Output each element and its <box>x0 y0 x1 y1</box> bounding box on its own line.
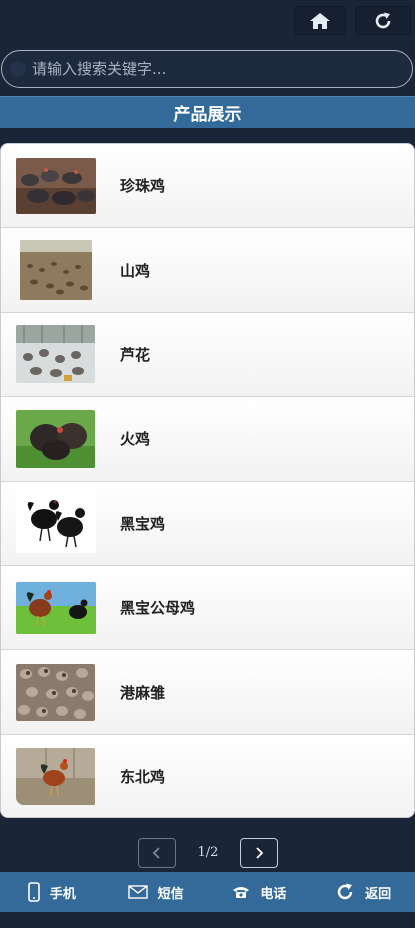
product-name: 东北鸡 <box>120 768 166 787</box>
list-item[interactable]: 东北鸡 <box>1 734 414 817</box>
product-name: 火鸡 <box>120 430 151 449</box>
nav-sms-button[interactable]: 短信 <box>104 872 208 912</box>
nav-phone-button[interactable]: 电话 <box>208 872 312 912</box>
list-item[interactable]: 港麻雏 <box>1 650 414 735</box>
list-item[interactable]: 黑宝公母鸡 <box>1 565 414 651</box>
barred-chicken-flock-photo <box>16 325 95 384</box>
list-item[interactable]: 火鸡 <box>1 397 414 482</box>
list-item[interactable]: 山鸡 <box>1 228 414 313</box>
black-chicken-photo <box>16 493 96 554</box>
search-icon <box>10 61 26 77</box>
nav-label: 手机 <box>49 886 76 902</box>
pagination: 1/2 <box>0 836 415 870</box>
search-box <box>1 50 413 88</box>
page-indicator: 1/2 <box>197 845 219 860</box>
chicks-photo <box>16 663 95 721</box>
envelope-icon <box>127 885 148 899</box>
chevron-right-icon <box>256 847 264 859</box>
refresh-button[interactable] <box>355 6 411 35</box>
prev-page-button[interactable] <box>138 838 176 868</box>
nav-back-button[interactable]: 返回 <box>311 872 415 912</box>
product-name: 港麻雏 <box>120 683 166 702</box>
rooster-on-ground-photo <box>16 748 95 806</box>
nav-label: 返回 <box>365 886 392 902</box>
product-name: 山鸡 <box>120 261 151 280</box>
nav-mobile-button[interactable]: 手机 <box>0 872 104 912</box>
refresh-icon <box>375 12 391 28</box>
product-name: 黑宝公母鸡 <box>120 599 196 618</box>
product-name: 芦花 <box>120 345 151 364</box>
nav-label: 短信 <box>157 886 184 902</box>
pheasant-farm-photo <box>20 240 92 301</box>
next-page-button[interactable] <box>240 838 278 868</box>
product-list: 珍珠鸡 山鸡 芦花 火鸡 黑宝鸡 黑宝公母鸡 港麻雏 东北鸡 <box>0 143 415 818</box>
list-item[interactable]: 珍珠鸡 <box>1 144 414 229</box>
home-icon <box>310 12 330 29</box>
mobile-phone-icon <box>28 882 40 902</box>
search-input[interactable] <box>32 60 412 78</box>
telephone-icon <box>233 887 250 898</box>
list-item[interactable]: 芦花 <box>1 312 414 398</box>
product-name: 珍珠鸡 <box>120 177 166 196</box>
turkey-photo <box>16 409 95 468</box>
guinea-fowl-flock-photo <box>16 157 96 214</box>
home-button[interactable] <box>294 6 346 35</box>
bottom-nav: 手机 短信 电话 返回 <box>0 872 415 912</box>
rooster-and-hen-photo <box>16 581 96 634</box>
top-bar <box>0 0 415 44</box>
product-name: 黑宝鸡 <box>120 514 166 533</box>
list-item[interactable]: 黑宝鸡 <box>1 481 414 566</box>
bottom-strip <box>0 912 415 928</box>
back-refresh-icon <box>337 883 353 900</box>
chevron-left-icon <box>152 847 160 859</box>
nav-label: 电话 <box>260 886 287 902</box>
section-title: 产品展示 <box>0 96 415 128</box>
